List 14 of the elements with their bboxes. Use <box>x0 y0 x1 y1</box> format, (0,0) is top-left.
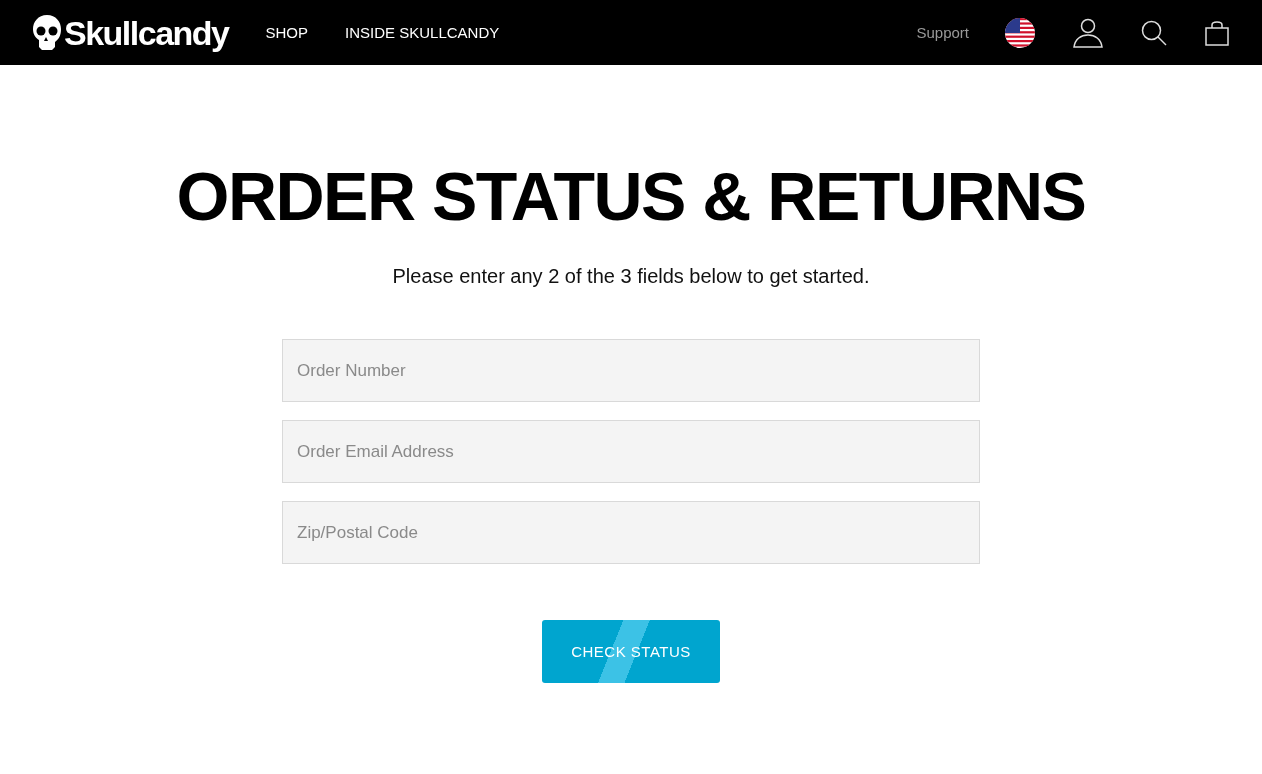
shopping-bag-icon[interactable] <box>1205 19 1229 46</box>
input-field[interactable]: Zip/Postal Code <box>282 501 980 564</box>
support-link[interactable]: Support <box>916 24 969 41</box>
instruction-text: Please enter any 2 of the 3 fields below to get started. <box>392 265 870 288</box>
flag-icon[interactable] <box>1005 17 1035 48</box>
input-field[interactable]: Order Email Address <box>282 420 980 483</box>
nav-link[interactable]: SHOP <box>265 24 309 41</box>
brand-logo[interactable]: Skullcandy <box>64 15 229 50</box>
page-title: ORDER STATUS & RETURNS <box>176 161 1086 231</box>
skull-icon <box>32 13 62 52</box>
search-icon[interactable] <box>1141 19 1167 46</box>
user-icon[interactable] <box>1073 17 1103 48</box>
input-field[interactable]: Order Number <box>282 339 980 402</box>
nav-link[interactable]: INSIDE SKULLCANDY <box>345 24 500 41</box>
